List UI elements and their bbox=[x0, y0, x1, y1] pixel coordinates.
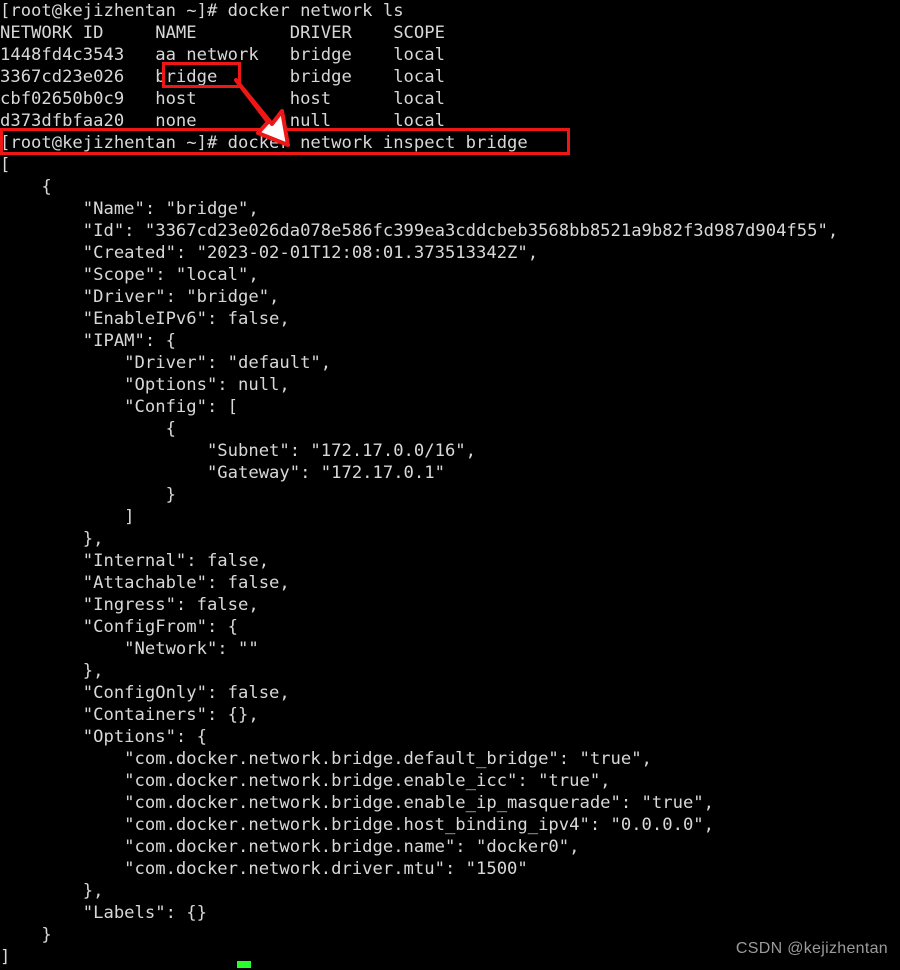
terminal-line-json-enableipv6: "EnableIPv6": false, bbox=[0, 309, 290, 329]
terminal-line-json-configfrom-open: "ConfigFrom": { bbox=[0, 617, 238, 637]
terminal-line-table-row-bridge: 3367cd23e026 bridge bridge local bbox=[0, 67, 445, 87]
terminal-line-json-scope: "Scope": "local", bbox=[0, 265, 259, 285]
terminal-cursor bbox=[237, 961, 251, 968]
terminal-line-json-open-brace: { bbox=[0, 177, 52, 197]
terminal-line-json-id: "Id": "3367cd23e026da078e586fc399ea3cddc… bbox=[0, 221, 839, 241]
terminal-line-json-ipam-options: "Options": null, bbox=[0, 375, 290, 395]
terminal-line-json-gateway: "Gateway": "172.17.0.1" bbox=[0, 463, 445, 483]
terminal-line-json-config-brace: { bbox=[0, 419, 176, 439]
terminal-line-json-configfrom-close: }, bbox=[0, 661, 104, 681]
terminal-line-json-name: "Name": "bridge", bbox=[0, 199, 259, 219]
terminal-line-json-open-bracket: [ bbox=[0, 155, 11, 175]
terminal-line-json-containers: "Containers": {}, bbox=[0, 705, 259, 725]
terminal-window: [root@kejizhentan ~]# docker network ls … bbox=[0, 0, 900, 970]
terminal-line-json-internal: "Internal": false, bbox=[0, 551, 270, 571]
terminal-line-json-ipam-config-open: "Config": [ bbox=[0, 397, 238, 417]
terminal-line-json-opt-default-bridge: "com.docker.network.bridge.default_bridg… bbox=[0, 749, 652, 769]
terminal-line-json-driver: "Driver": "bridge", bbox=[0, 287, 280, 307]
csdn-watermark: CSDN @kejizhentan bbox=[735, 940, 888, 957]
terminal-line-json-ipam-close: }, bbox=[0, 529, 104, 549]
terminal-line-table-row-aa-network: 1448fd4c3543 aa network bridge local bbox=[0, 45, 445, 65]
terminal-line-command-inspect: [root@kejizhentan ~]# docker network ins… bbox=[0, 133, 528, 153]
terminal-line-json-attachable: "Attachable": false, bbox=[0, 573, 290, 593]
terminal-line-json-config-close: ] bbox=[0, 507, 135, 527]
terminal-line-table-header: NETWORK ID NAME DRIVER SCOPE bbox=[0, 23, 445, 43]
terminal-line-json-opt-driver-mtu: "com.docker.network.driver.mtu": "1500" bbox=[0, 859, 528, 879]
terminal-line-json-configfrom-net: "Network": "" bbox=[0, 639, 259, 659]
terminal-line-json-ipam-open: "IPAM": { bbox=[0, 331, 176, 351]
terminal-line-command-ls: [root@kejizhentan ~]# docker network ls bbox=[0, 1, 404, 21]
terminal-line-json-options-open: "Options": { bbox=[0, 727, 207, 747]
terminal-line-json-ipam-driver: "Driver": "default", bbox=[0, 353, 332, 373]
terminal-line-json-labels: "Labels": {} bbox=[0, 903, 207, 923]
terminal-line-json-created: "Created": "2023-02-01T12:08:01.37351334… bbox=[0, 243, 539, 263]
terminal-line-json-opt-enable-icc: "com.docker.network.bridge.enable_icc": … bbox=[0, 771, 611, 791]
terminal-line-json-opt-ip-masquerade: "com.docker.network.bridge.enable_ip_mas… bbox=[0, 793, 714, 813]
terminal-line-json-opt-bridge-name: "com.docker.network.bridge.name": "docke… bbox=[0, 837, 580, 857]
terminal-line-json-options-close: }, bbox=[0, 881, 104, 901]
terminal-output[interactable]: [root@kejizhentan ~]# docker network ls … bbox=[0, 0, 900, 968]
terminal-line-table-row-host: cbf02650b0c9 host host local bbox=[0, 89, 445, 109]
terminal-line-table-row-none: d373dfbfaa20 none null local bbox=[0, 111, 445, 131]
terminal-line-json-opt-host-binding: "com.docker.network.bridge.host_binding_… bbox=[0, 815, 714, 835]
terminal-line-json-subnet: "Subnet": "172.17.0.0/16", bbox=[0, 441, 476, 461]
terminal-line-json-configonly: "ConfigOnly": false, bbox=[0, 683, 290, 703]
terminal-line-json-config-brace-end: } bbox=[0, 485, 176, 505]
terminal-line-json-ingress: "Ingress": false, bbox=[0, 595, 259, 615]
